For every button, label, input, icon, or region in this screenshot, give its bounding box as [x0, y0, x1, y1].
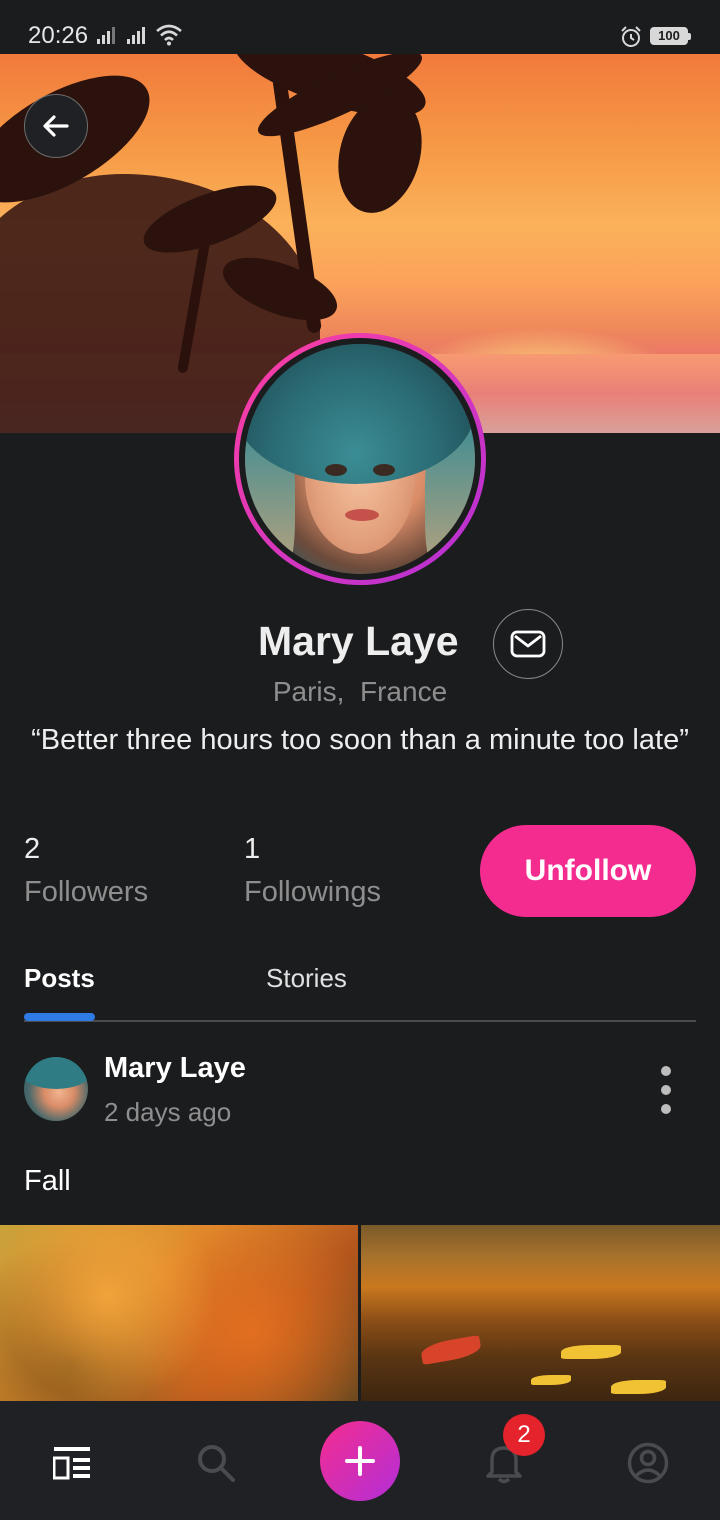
- feed-icon: [53, 1447, 90, 1480]
- battery-icon: 100: [650, 27, 691, 45]
- post-photo[interactable]: [361, 1225, 720, 1401]
- wifi-icon: [156, 24, 182, 46]
- avatar-hair: [24, 1057, 88, 1089]
- message-button[interactable]: [493, 609, 563, 679]
- photo-leaf: [531, 1375, 571, 1385]
- add-icon: [345, 1446, 375, 1476]
- followings-stat[interactable]: 1 Followings: [244, 832, 381, 909]
- tab-indicator: [24, 1013, 95, 1021]
- status-time: 20:26: [28, 22, 89, 49]
- profile-name: Mary Laye: [258, 618, 459, 664]
- profile-tabs: Posts Stories: [24, 960, 696, 1022]
- followers-label: Followers: [24, 876, 149, 908]
- avatar-lips: [345, 509, 379, 521]
- post-photo[interactable]: [0, 1225, 358, 1401]
- add-post-button[interactable]: [320, 1421, 400, 1501]
- arrow-left-icon: [43, 115, 69, 137]
- avatar-image: [245, 344, 475, 574]
- post-author-name[interactable]: Mary Laye: [104, 1052, 246, 1085]
- profile-location: Paris, France: [272, 676, 448, 707]
- avatar-eye: [373, 464, 395, 476]
- profile-icon: [627, 1442, 669, 1484]
- alarm-icon: [621, 26, 641, 47]
- post-timestamp: 2 days ago: [104, 1097, 232, 1127]
- post-text: Fall: [24, 1165, 71, 1197]
- nav-search[interactable]: [188, 1435, 244, 1491]
- nav-profile[interactable]: [620, 1435, 676, 1491]
- followers-count: 2: [24, 833, 41, 865]
- signal-icon: [97, 27, 115, 44]
- bottom-nav: 2: [0, 1401, 720, 1520]
- followings-label: Followings: [244, 876, 381, 908]
- photo-leaf: [419, 1334, 483, 1366]
- photo-leaf: [611, 1380, 666, 1394]
- signal-icon: [127, 27, 145, 44]
- nav-feed[interactable]: [44, 1435, 100, 1491]
- status-bar: 20:26 100: [0, 0, 720, 54]
- mail-icon: [510, 630, 546, 658]
- profile-quote: “Better three hours too soon than a minu…: [31, 724, 689, 756]
- tab-stories[interactable]: Stories: [266, 963, 347, 994]
- avatar-frame: [239, 338, 481, 580]
- search-icon: [198, 1445, 235, 1482]
- followers-stat[interactable]: 2 Followers: [24, 832, 148, 909]
- more-vertical-icon[interactable]: [650, 1062, 682, 1118]
- post-author-avatar[interactable]: [24, 1057, 88, 1121]
- notification-badge: 2: [503, 1414, 545, 1456]
- avatar-eye: [325, 464, 347, 476]
- profile-name-row: Mary Laye: [0, 609, 720, 679]
- tab-posts[interactable]: Posts: [24, 963, 95, 994]
- unfollow-button[interactable]: Unfollow: [480, 825, 696, 917]
- followings-count: 1: [244, 833, 261, 865]
- photo-leaf: [561, 1345, 621, 1359]
- profile-avatar[interactable]: [234, 333, 486, 585]
- back-button[interactable]: [24, 94, 88, 158]
